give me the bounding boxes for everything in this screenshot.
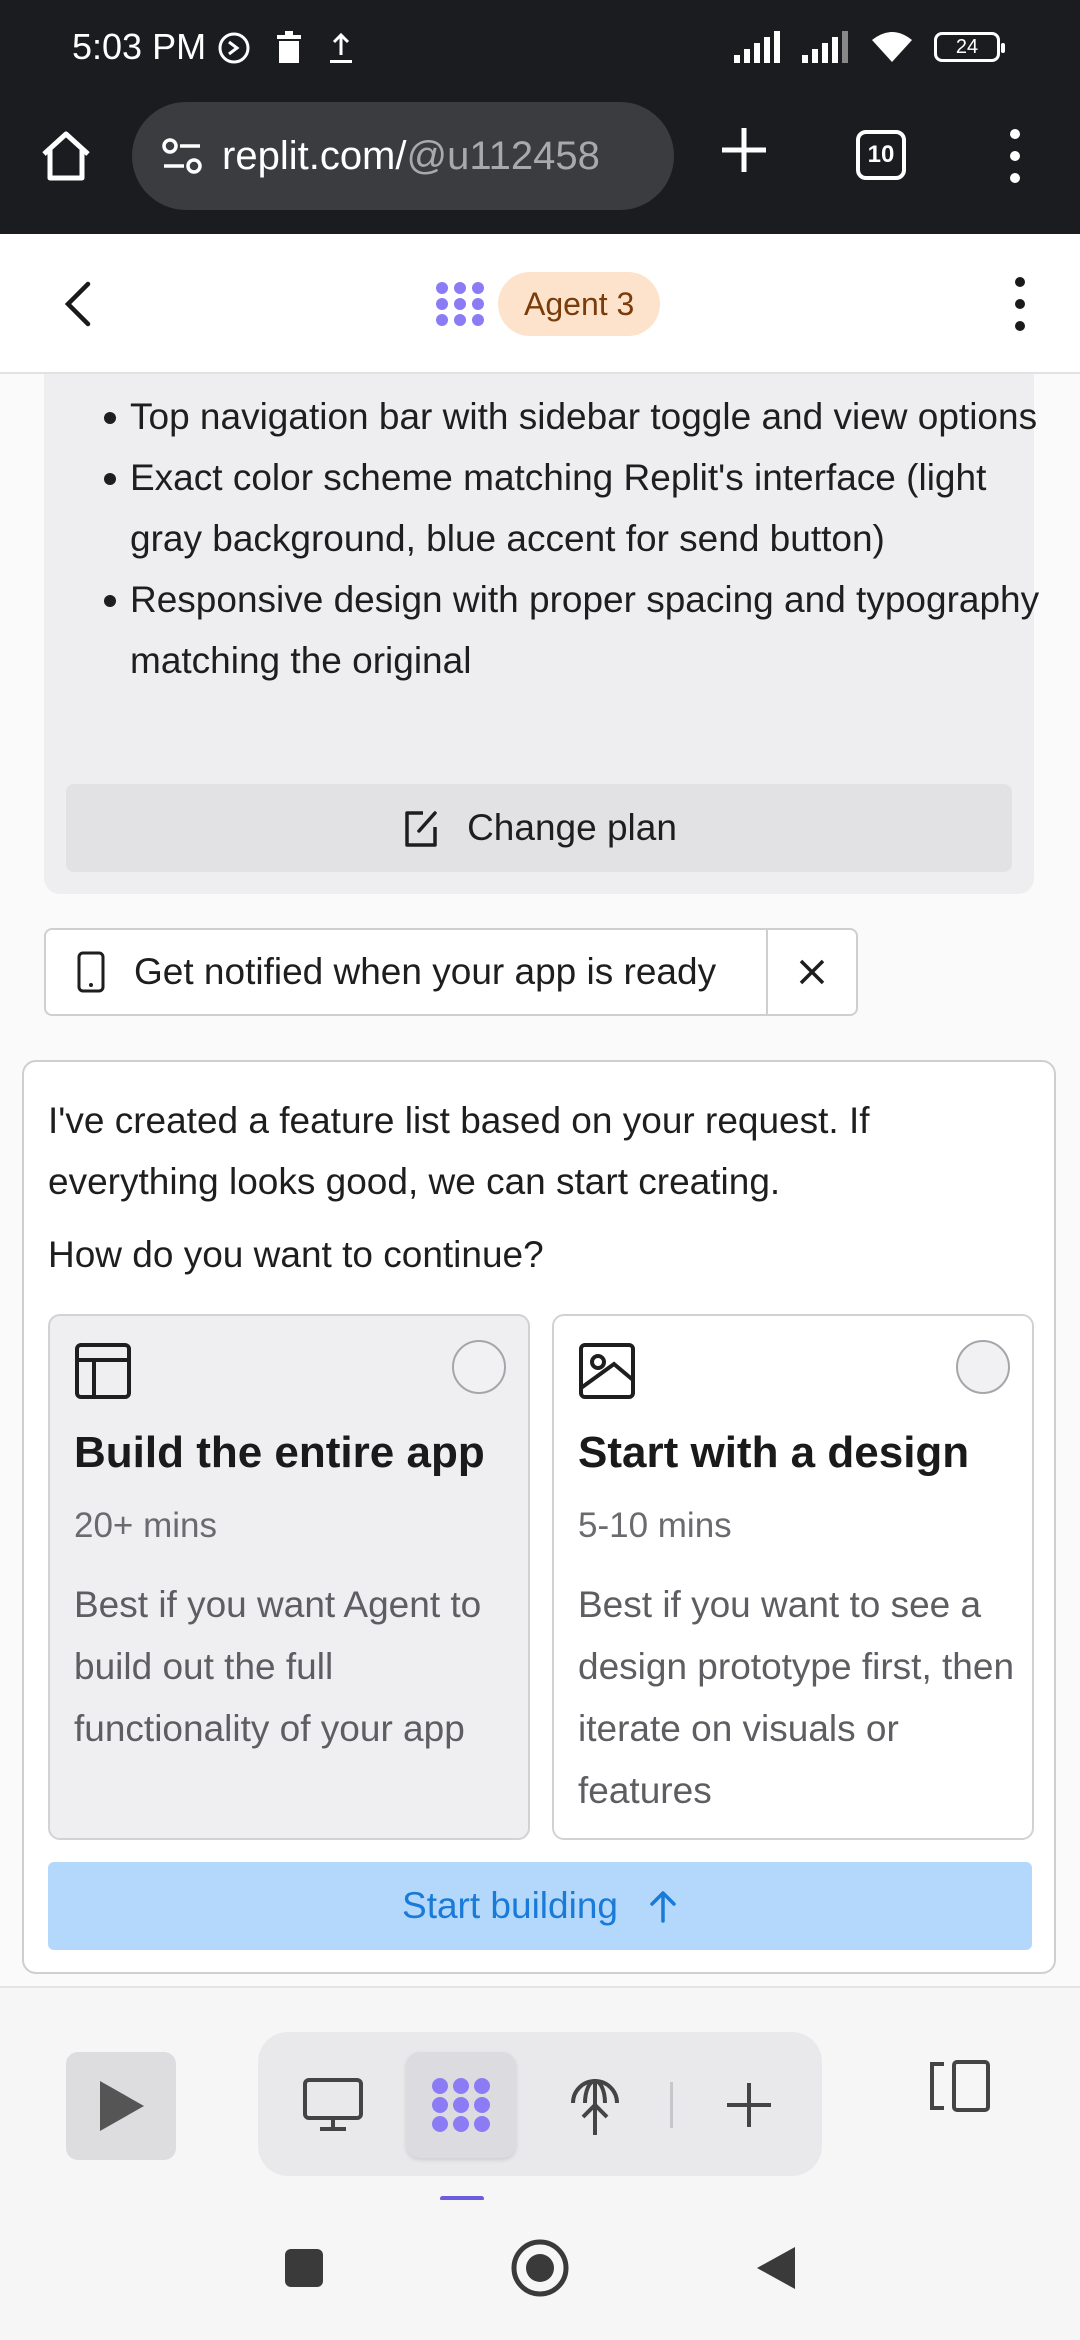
whatsapp-icon: [218, 32, 250, 64]
plan-feature-item: Exact color scheme matching Replit's int…: [64, 447, 1044, 569]
home-circle-icon: [511, 2239, 569, 2297]
option-build-entire-app[interactable]: Build the entire app 20+ mins Best if yo…: [48, 1314, 530, 1840]
upload-icon: [330, 32, 352, 63]
option-time: 5-10 mins: [578, 1506, 732, 1545]
continue-choice-card: I've created a feature list based on you…: [22, 1060, 1056, 1974]
continue-question: How do you want to continue?: [48, 1234, 544, 1275]
agent-badge[interactable]: Agent 3: [498, 272, 661, 336]
new-tab-icon[interactable]: [716, 122, 772, 178]
plan-card: Top navigation bar with sidebar toggle a…: [44, 374, 1039, 894]
change-plan-button[interactable]: Change plan: [66, 784, 1012, 872]
plan-feature-item: Responsive design with proper spacing an…: [64, 569, 1044, 691]
system-icons: 24: [734, 30, 1005, 64]
arrow-up-icon: [650, 1891, 676, 1923]
workspace-toolbar: [0, 1986, 1080, 2201]
close-icon: [799, 959, 825, 985]
agent-icon: [432, 2078, 490, 2132]
url-host: replit.com/: [222, 133, 407, 178]
android-navigation-bar: [0, 2200, 1080, 2340]
notify-text: Get notified when your app is ready: [134, 951, 717, 992]
monitor-icon: [303, 2078, 363, 2131]
edit-icon: [405, 811, 437, 847]
back-nav-button[interactable]: [744, 2236, 808, 2300]
plan-feature-list: Top navigation bar with sidebar toggle a…: [64, 386, 1044, 691]
notify-close-button[interactable]: [766, 930, 856, 1014]
publish-globe-icon: [571, 2079, 619, 2135]
option-time: 20+ mins: [74, 1506, 217, 1545]
option-start-with-design[interactable]: Start with a design 5-10 mins Best if yo…: [552, 1314, 1034, 1840]
layout-toggle-button[interactable]: [922, 2048, 998, 2124]
browser-menu-icon[interactable]: [1000, 126, 1030, 186]
view-switcher: [258, 2032, 822, 2176]
url-text[interactable]: replit.com/@u112458: [222, 134, 600, 179]
play-icon: [100, 2081, 144, 2131]
change-plan-label: Change plan: [467, 807, 677, 848]
panel-layout-icon: [930, 2060, 990, 2112]
trash-icon: [277, 31, 301, 63]
deploy-tab[interactable]: [540, 2052, 650, 2158]
option-title: Build the entire app: [74, 1428, 485, 1477]
signal-icon: [802, 31, 848, 63]
tab-switcher-button[interactable]: 10: [856, 130, 906, 180]
agent-logo-icon: [436, 282, 484, 326]
toolbar-divider: [670, 2082, 673, 2128]
app-header: Agent 3: [0, 234, 1080, 374]
start-building-label: Start building: [402, 1885, 618, 1926]
phone-icon: [77, 951, 105, 993]
preview-tab[interactable]: [278, 2052, 388, 2158]
notify-banner[interactable]: Get notified when your app is ready: [44, 928, 858, 1016]
option-radio[interactable]: [956, 1340, 1010, 1394]
back-triangle-icon: [757, 2247, 795, 2289]
home-nav-button[interactable]: [508, 2236, 572, 2300]
recents-icon: [285, 2249, 323, 2287]
more-options-icon[interactable]: [1008, 274, 1032, 334]
option-description: Best if you want Agent to build out the …: [74, 1584, 482, 1749]
plan-feature-item: Top navigation bar with sidebar toggle a…: [64, 386, 1044, 447]
signal-icon: [734, 31, 780, 63]
run-button[interactable]: [66, 2052, 176, 2160]
layout-icon: [75, 1343, 131, 1399]
option-description: Best if you want to see a design prototy…: [578, 1584, 1015, 1811]
recents-button[interactable]: [272, 2236, 336, 2300]
back-chevron-icon[interactable]: [56, 276, 100, 332]
battery-level: 24: [955, 35, 979, 58]
option-title: Start with a design: [578, 1428, 970, 1477]
battery-icon: 24: [934, 32, 1005, 62]
browser-toolbar: replit.com/@u112458 10: [0, 96, 1080, 234]
wifi-icon: [872, 32, 912, 62]
home-icon[interactable]: [36, 126, 96, 186]
agent-message: I've created a feature list based on you…: [48, 1100, 870, 1202]
add-tool-button[interactable]: [694, 2052, 804, 2158]
agent-tab[interactable]: [406, 2052, 516, 2158]
address-bar[interactable]: replit.com/@u112458: [132, 102, 674, 210]
image-icon: [579, 1343, 635, 1399]
url-path: @u112458: [406, 133, 600, 178]
site-settings-icon[interactable]: [160, 136, 204, 176]
status-bar: 5:03 PM 24: [0, 0, 1080, 96]
status-time: 5:03 PM: [72, 26, 207, 67]
plus-icon: [727, 2083, 771, 2127]
start-building-button[interactable]: Start building: [48, 1862, 1032, 1950]
notification-icons: [216, 30, 356, 66]
option-radio[interactable]: [452, 1340, 506, 1394]
